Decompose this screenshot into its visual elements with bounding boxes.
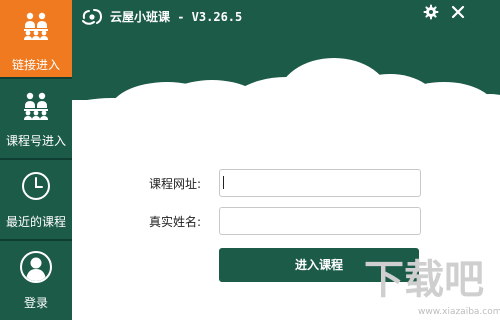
clock-icon [22, 172, 50, 200]
course-url-label: 课程网址: [149, 177, 202, 191]
close-icon[interactable] [449, 3, 467, 21]
group-icon [24, 12, 48, 40]
user-icon [20, 251, 52, 283]
sidebar-divider [0, 158, 72, 160]
app-title: 云屋小班课 - V3.26.5 [110, 10, 243, 24]
main-panel: 云屋小班课 - V3.26.5 课程网址: 真实姓名: 进入课程 下载吧 www… [72, 0, 500, 320]
sidebar-item-link-enter[interactable]: 链接进入 [0, 0, 72, 77]
group-icon [24, 92, 48, 120]
app-window: 链接进入 课程号进入 最近的课程 登录 云屋小班课 - V3.26.5 课程网址… [0, 0, 500, 320]
sidebar-item-label: 登录 [23, 296, 48, 310]
sidebar-item-label: 最近的课程 [5, 215, 66, 229]
gear-icon[interactable] [422, 3, 440, 21]
app-logo-icon [82, 9, 103, 25]
sidebar-divider [0, 239, 72, 241]
sidebar-item-login[interactable]: 登录 [0, 242, 72, 319]
sidebar-item-label: 链接进入 [11, 58, 60, 72]
sidebar-item-recent-courses[interactable]: 最近的课程 [0, 161, 72, 238]
sidebar: 链接进入 课程号进入 最近的课程 登录 [0, 0, 72, 320]
sidebar-item-label: 课程号进入 [5, 134, 66, 148]
watermark-url: www.xiazaiba.com [418, 307, 500, 317]
sidebar-divider [0, 77, 72, 79]
real-name-label: 真实姓名: [149, 215, 202, 229]
course-url-input[interactable] [219, 169, 421, 197]
real-name-input[interactable] [219, 207, 421, 235]
sidebar-item-course-number[interactable]: 课程号进入 [0, 80, 72, 157]
text-caret [223, 176, 224, 189]
